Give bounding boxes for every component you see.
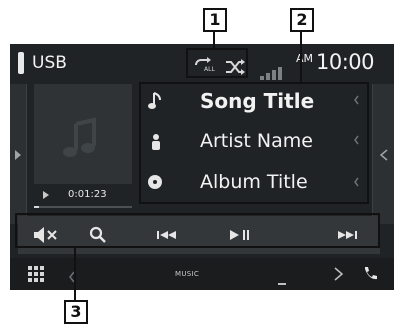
album-art xyxy=(34,84,132,184)
bottom-bar-label: MUSIC xyxy=(175,270,200,278)
callout-2-frame xyxy=(139,82,369,204)
menu-grid-button[interactable] xyxy=(26,264,46,288)
source-label: USB xyxy=(32,53,67,73)
grid-icon xyxy=(28,266,44,282)
clock-ampm: AM xyxy=(296,52,314,65)
progress-fill xyxy=(34,206,39,208)
left-side-tab[interactable] xyxy=(10,84,27,224)
progress-bar[interactable] xyxy=(34,206,132,208)
source-indicator xyxy=(18,52,24,74)
right-side-tab[interactable] xyxy=(372,84,394,224)
play-status-icon xyxy=(43,191,49,199)
clock-time: 10:00 xyxy=(316,50,375,74)
right-panel-arrow-icon xyxy=(379,149,388,161)
bottom-bar-indicator xyxy=(278,283,286,285)
music-note-icon xyxy=(63,117,96,157)
bottom-bar: MUSIC xyxy=(10,258,394,290)
callout-2: 2 xyxy=(290,8,314,32)
phone-icon xyxy=(365,267,377,280)
elapsed-time: 0:01:23 xyxy=(68,189,107,200)
bottom-right-arrow-button[interactable] xyxy=(332,266,344,285)
callout-2-leader xyxy=(300,30,302,82)
left-arrow-icon xyxy=(15,150,21,160)
manual-illustration: USB ALL AM 10:00 0:01:23 Song Title Arti… xyxy=(0,0,394,324)
callout-1-frame xyxy=(186,48,248,78)
callout-3-frame xyxy=(15,213,380,248)
right-arrow-icon xyxy=(334,267,344,281)
callout-3: 3 xyxy=(64,300,88,324)
callout-1: 1 xyxy=(203,8,227,32)
callout-1-leader xyxy=(213,30,215,48)
phone-button[interactable] xyxy=(362,265,378,285)
callout-3-leader xyxy=(74,248,76,300)
